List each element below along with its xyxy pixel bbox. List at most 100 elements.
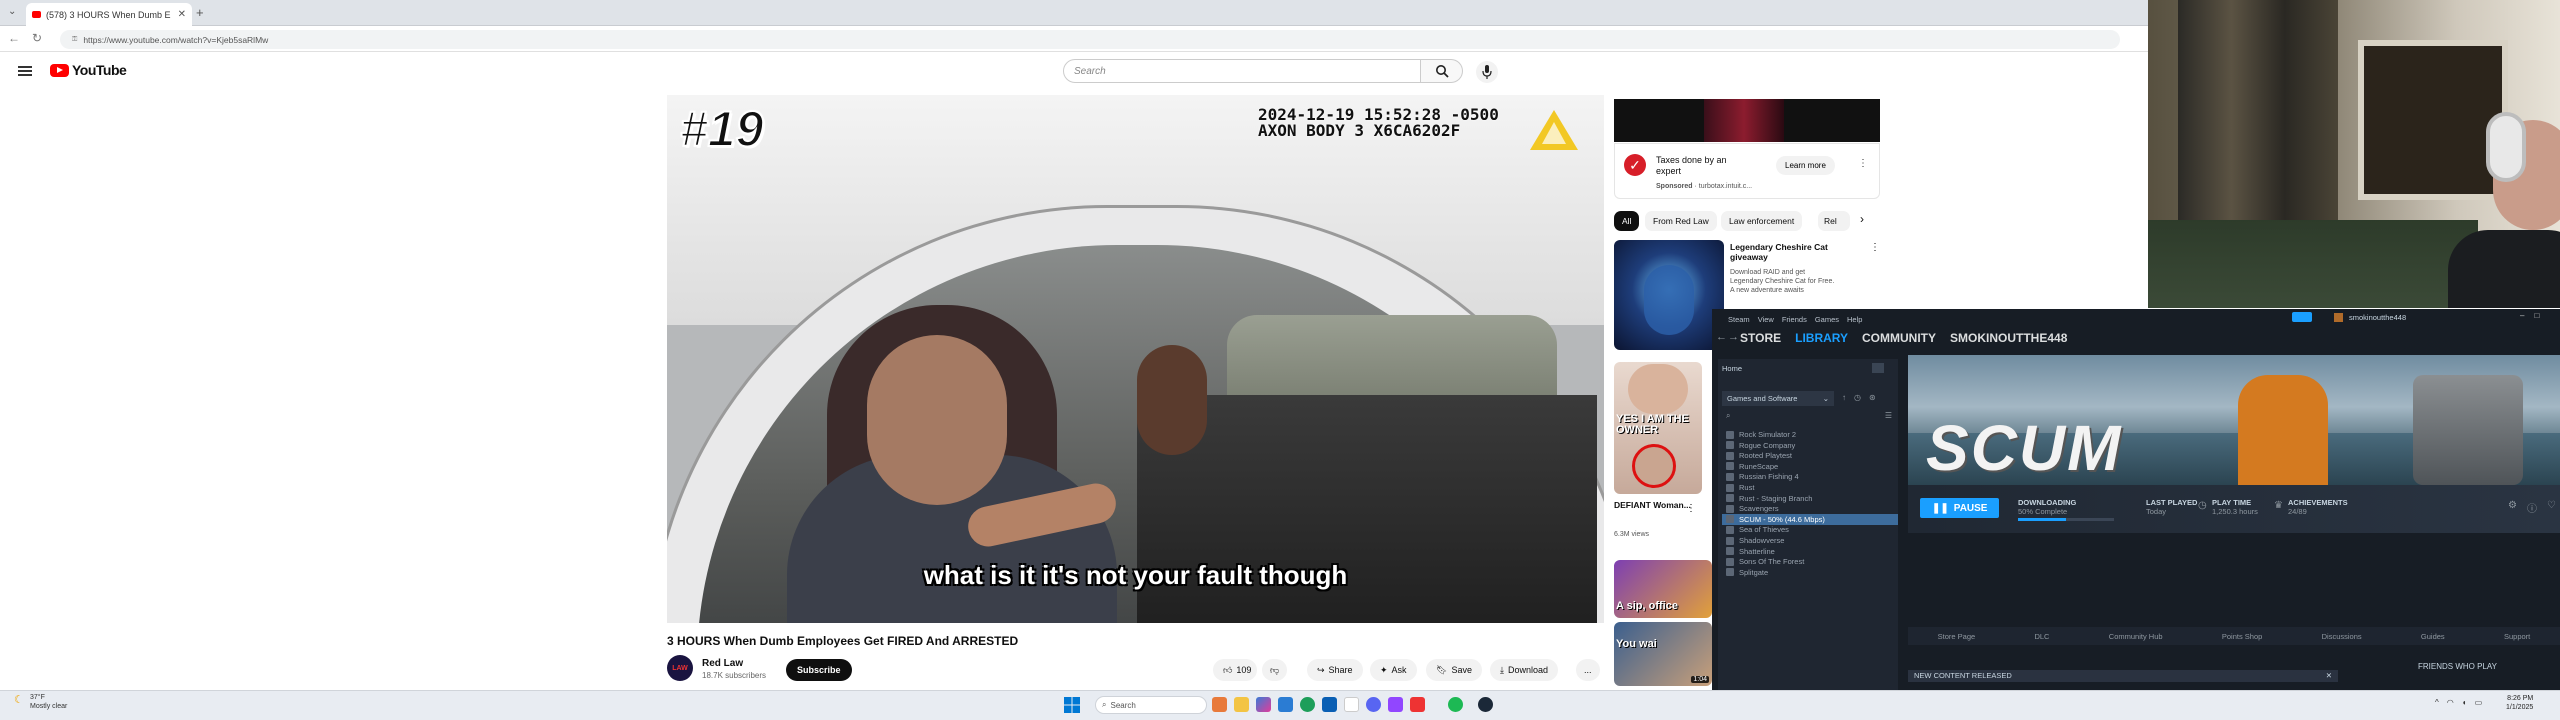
- video-player[interactable]: what is it it's not your fault though: [667, 95, 1604, 623]
- steam-menu-friends[interactable]: Friends: [1782, 315, 1807, 324]
- download-button[interactable]: ⤓ Download: [1490, 659, 1559, 681]
- store-icon[interactable]: [1322, 697, 1337, 712]
- save-button[interactable]: 🔖︎ Save: [1426, 659, 1482, 681]
- ad-headline[interactable]: Taxes done by an expert: [1656, 155, 1746, 177]
- recommendation-title[interactable]: Legendary Cheshire Cat giveaway: [1730, 242, 1840, 262]
- taskbar-app-icon[interactable]: [1212, 697, 1227, 712]
- chip-law-enforcement[interactable]: Law enforcement: [1721, 211, 1803, 231]
- share-button[interactable]: ↪ Share: [1307, 659, 1363, 681]
- recommendation-more-vertical-icon[interactable]: ⋮: [1870, 242, 1880, 253]
- wifi-icon[interactable]: ◠: [2447, 698, 2454, 707]
- favorite-heart-icon[interactable]: ♡: [2547, 500, 2556, 515]
- library-item[interactable]: Rooted Playtest: [1722, 450, 1898, 461]
- new-tab-plus-icon[interactable]: +: [196, 5, 204, 20]
- library-item[interactable]: Splitgate: [1722, 567, 1898, 578]
- copilot-icon[interactable]: [1256, 697, 1271, 712]
- nav-library[interactable]: LIBRARY: [1795, 331, 1848, 345]
- outlook-icon[interactable]: [1278, 697, 1293, 712]
- ad-banner-image[interactable]: [1614, 99, 1880, 142]
- tray-chevron-up-icon[interactable]: ^: [2435, 698, 2439, 707]
- library-item[interactable]: Shadowverse: [1722, 535, 1898, 546]
- library-search-settings-icon[interactable]: ☰: [1885, 411, 1892, 420]
- steam-menu-games[interactable]: Games: [1815, 315, 1839, 324]
- library-item[interactable]: SCUM - 50% (44.6 Mbps): [1722, 513, 1898, 525]
- tab-list-chevron-icon[interactable]: ⌄: [8, 6, 16, 17]
- game-tab-community-hub[interactable]: Community Hub: [2109, 632, 2163, 641]
- site-info-icon[interactable]: ⚿: [72, 36, 77, 44]
- chip-from-red-law[interactable]: From Red Law: [1645, 211, 1717, 231]
- file-explorer-icon[interactable]: [1234, 697, 1249, 712]
- reload-icon[interactable]: ↻: [32, 31, 42, 45]
- library-item[interactable]: Scavengers: [1722, 503, 1898, 514]
- game-tab-discussions[interactable]: Discussions: [2322, 632, 2362, 641]
- nav-community[interactable]: COMMUNITY: [1862, 331, 1936, 345]
- browser-tab[interactable]: (578) 3 HOURS When Dumb E ✕: [26, 3, 192, 26]
- game-tab-guides[interactable]: Guides: [2421, 632, 2445, 641]
- nav-profile[interactable]: SMOKINOUTTHE448: [1950, 331, 2067, 345]
- battery-icon[interactable]: ▭: [2475, 698, 2483, 707]
- steam-taskbar-icon[interactable]: [1478, 697, 1493, 712]
- chip-related[interactable]: Rel: [1818, 211, 1850, 231]
- game-tab-points-shop[interactable]: Points Shop: [2222, 632, 2262, 641]
- game-tab-support[interactable]: Support: [2504, 632, 2530, 641]
- game-tab-store-page[interactable]: Store Page: [1938, 632, 1976, 641]
- url-field[interactable]: ⚿ https://www.youtube.com/watch?v=Kjeb5s…: [60, 30, 2120, 49]
- grid-view-icon[interactable]: [1872, 363, 1884, 373]
- app-icon[interactable]: [1388, 697, 1403, 712]
- channel-avatar[interactable]: LAW: [667, 655, 693, 681]
- library-item[interactable]: RuneScape: [1722, 461, 1898, 472]
- library-filter-dropdown[interactable]: Games and Software ⌄: [1722, 391, 1834, 406]
- library-item[interactable]: Shatterline: [1722, 546, 1898, 557]
- channel-name[interactable]: Red Law: [702, 658, 743, 669]
- voice-search-button[interactable]: [1476, 61, 1498, 83]
- library-item[interactable]: Sea of Thieves: [1722, 524, 1898, 535]
- more-actions-button[interactable]: ...: [1576, 659, 1600, 681]
- youtube-logo[interactable]: YouTube: [50, 62, 127, 78]
- library-home[interactable]: Home: [1722, 364, 1742, 373]
- taskbar-clock[interactable]: 8:26 PM 1/1/2025: [2506, 694, 2533, 712]
- minimize-icon[interactable]: –: [2520, 311, 2524, 320]
- chip-all[interactable]: All: [1614, 211, 1640, 231]
- learn-more-button[interactable]: Learn more: [1776, 156, 1835, 175]
- recommendation-more-vertical-icon[interactable]: ⋮: [1686, 503, 1696, 514]
- library-search[interactable]: ⌕ ☰: [1722, 411, 1898, 424]
- library-item[interactable]: Rust: [1722, 482, 1898, 493]
- recent-clock-icon[interactable]: ◷: [1854, 393, 1861, 402]
- recommendation-thumbnail[interactable]: You wai 1:04: [1614, 622, 1712, 686]
- weather-widget[interactable]: ☾ 37°F Mostly clear: [14, 693, 67, 711]
- maximize-icon[interactable]: □: [2534, 311, 2539, 320]
- filter-icon[interactable]: ⊛: [1869, 393, 1876, 402]
- recommendation-thumbnail[interactable]: A sip, office: [1614, 560, 1712, 618]
- chips-next-chevron-icon[interactable]: ›: [1860, 212, 1864, 226]
- library-item[interactable]: Rock Simulator 2: [1722, 429, 1898, 440]
- edge-icon[interactable]: [1300, 697, 1315, 712]
- ad-more-vertical-icon[interactable]: ⋮: [1858, 158, 1868, 169]
- steam-back-arrow-icon[interactable]: ←: [1716, 331, 1727, 343]
- search-input[interactable]: Search: [1063, 59, 1421, 83]
- steam-menu-steam[interactable]: Steam: [1728, 315, 1750, 324]
- close-tab-icon[interactable]: ✕: [178, 9, 186, 20]
- ad-card[interactable]: [1614, 143, 1880, 199]
- steam-broadcast-icon[interactable]: [2292, 312, 2312, 322]
- recommendation-thumbnail[interactable]: [1614, 240, 1724, 350]
- app-icon[interactable]: [1344, 697, 1359, 712]
- game-tab-dlc[interactable]: DLC: [2034, 632, 2049, 641]
- library-item[interactable]: Rogue Company: [1722, 440, 1898, 451]
- pause-download-button[interactable]: ❚❚ PAUSE: [1920, 498, 2000, 518]
- discord-icon[interactable]: [1366, 697, 1381, 712]
- recommendation-thumbnail[interactable]: YES I AM THE OWNER: [1614, 362, 1702, 494]
- hamburger-menu-icon[interactable]: [18, 64, 32, 78]
- steam-profile[interactable]: smokinoutthe448: [2334, 313, 2406, 322]
- windows-start-icon[interactable]: [1064, 697, 1080, 713]
- library-item[interactable]: Rust - Staging Branch: [1722, 493, 1898, 504]
- recommendation-title[interactable]: DEFIANT Woman...: [1614, 500, 1694, 510]
- sort-up-icon[interactable]: ↑: [1842, 393, 1846, 402]
- new-content-banner[interactable]: NEW CONTENT RELEASED ✕: [1908, 670, 2338, 682]
- info-icon[interactable]: ⓘ: [2527, 500, 2537, 515]
- library-item[interactable]: Russian Fishing 4: [1722, 471, 1898, 482]
- steam-menu-help[interactable]: Help: [1847, 315, 1862, 324]
- like-button[interactable]: 👍︎ 109: [1213, 659, 1258, 681]
- close-banner-icon[interactable]: ✕: [2326, 670, 2332, 682]
- subscribe-button[interactable]: Subscribe: [786, 659, 852, 681]
- volume-icon[interactable]: ◖: [2462, 698, 2467, 707]
